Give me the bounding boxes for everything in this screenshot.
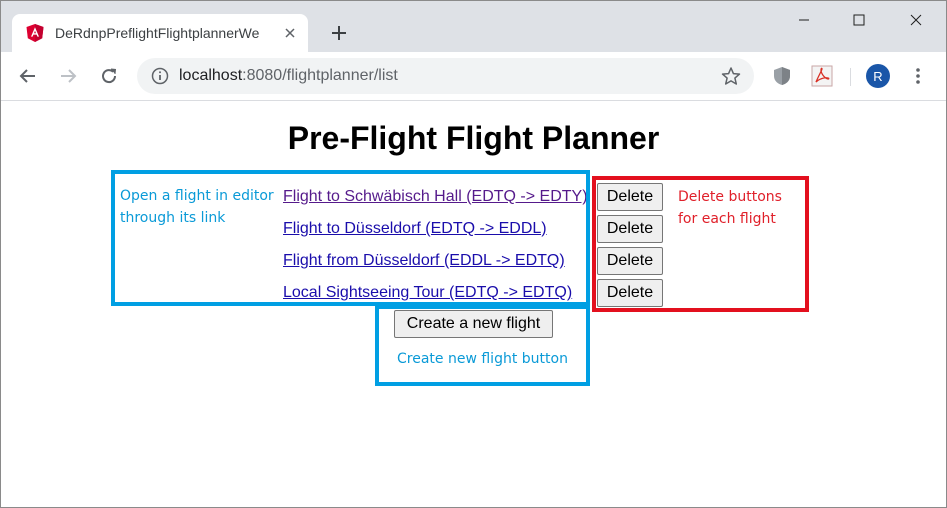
- forward-arrow-icon[interactable]: [54, 62, 82, 90]
- tab-title: DeRdnpPreflightFlightplannerWe: [55, 25, 260, 41]
- close-window-icon[interactable]: [898, 6, 934, 34]
- shield-extension-icon[interactable]: [770, 64, 794, 88]
- url-text: localhost:8080/flightplanner/list: [179, 67, 398, 85]
- annotation-open-flight-text: Open a flight in editor through its link: [120, 188, 274, 226]
- angular-icon: [26, 24, 44, 42]
- maximize-icon[interactable]: [841, 6, 877, 34]
- annotation-delete-text: Delete buttons for each flight: [678, 189, 782, 227]
- back-arrow-icon[interactable]: [14, 62, 42, 90]
- profile-avatar[interactable]: R: [866, 64, 890, 88]
- bookmark-star-icon[interactable]: [721, 66, 741, 91]
- close-tab-icon[interactable]: [280, 23, 300, 43]
- page-title: Pre-Flight Flight Planner: [287, 120, 660, 156]
- reload-icon[interactable]: [95, 62, 123, 90]
- browser-tab[interactable]: DeRdnpPreflightFlightplannerWe: [12, 14, 308, 52]
- url-host: localhost: [179, 67, 243, 84]
- annotation-create-text: Create new flight button: [397, 351, 568, 367]
- pdf-extension-icon[interactable]: [810, 64, 834, 88]
- kebab-menu-icon[interactable]: [906, 64, 930, 88]
- new-tab-icon[interactable]: [326, 20, 352, 46]
- toolbar-separator: [850, 68, 851, 86]
- tab-strip: DeRdnpPreflightFlightplannerWe: [0, 0, 947, 52]
- url-path: :8080/flightplanner/list: [242, 67, 398, 84]
- address-bar[interactable]: localhost:8080/flightplanner/list: [137, 58, 754, 94]
- info-icon[interactable]: [151, 67, 169, 90]
- annotation-box-create-button: [375, 305, 590, 386]
- minimize-icon[interactable]: [786, 6, 822, 34]
- browser-toolbar: localhost:8080/flightplanner/list R: [0, 52, 947, 101]
